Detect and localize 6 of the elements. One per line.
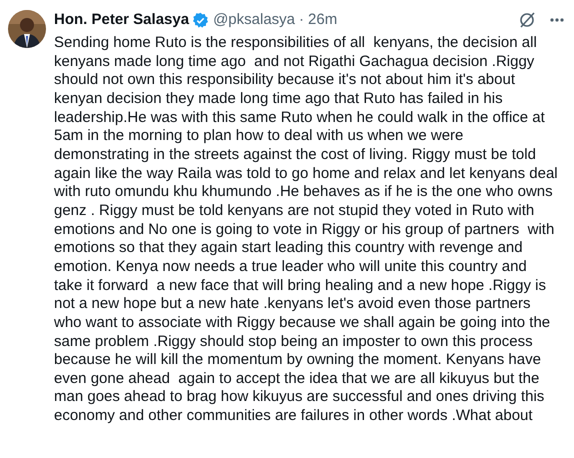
post-time[interactable]: 26m (308, 8, 338, 32)
author-name[interactable]: Hon. Peter Salasya (54, 8, 190, 32)
separator: · (299, 10, 304, 30)
post-text: Sending home Ruto is the responsibilities of all kenyans, the decision all kenyans made long time ago and not Rigathi Gachagua decision .Riggy should not own this responsibility because it's not about him it's about kenyan decision they made long time ago that Ruto has failed in his leadership.He was with this same Ruto when he could walk in the office at 5am in the morning to plan how to deal with us when we were demonstrating in the streets against the cost of living. Riggy must be told again like the way Raila was told to go home and relax and let kenyans deal with ruto omundu khu khumundo .He behaves as if he is the one who owns genz . Riggy must be told kenyans are not stupid they voted in Ruto with emotions and No one is going to vote in Riggy or his group of partners with emotions so that they again start leading this country with revenge and emotion. Kenya now needs a true leader who will unite this country and take it forward a new face that will bring healing and a new hope .Riggy is not a new hope but a new hate .kenyans let's avoid even those partners who want to associate with Riggy because we shall again be going into the same problem .Riggy should stop being an imposter to own this process because he will kill the momentum by owning the moment. Kenyans have even gone ahead again to accept the idea that we are all kikuyus but the man goes ahead to brag how kikuyus are successful and ones driving this economy and other communities are failures in other words .What about (54, 34, 559, 426)
more-icon[interactable] (550, 18, 564, 22)
author-handle[interactable]: @pksalasya (213, 8, 296, 32)
